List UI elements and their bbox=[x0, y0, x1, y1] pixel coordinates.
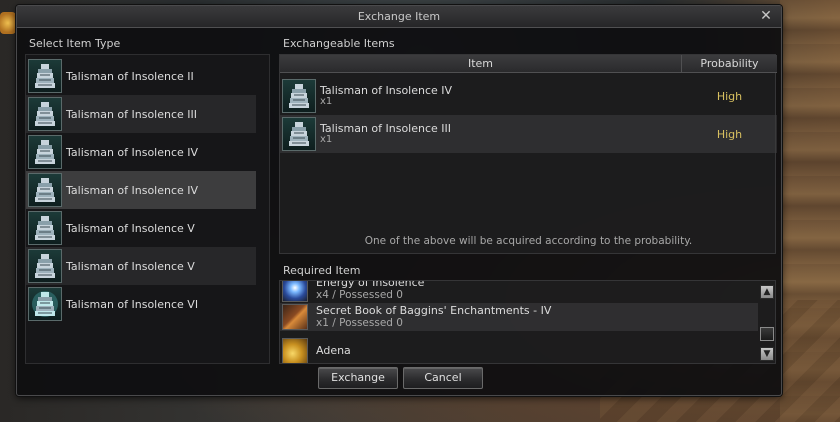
required-item-row[interactable]: Secret Book of Baggins' Enchantments - I… bbox=[280, 303, 758, 331]
item-type-label: Talisman of Insolence IV bbox=[66, 145, 199, 159]
energy-orb-icon bbox=[282, 281, 308, 302]
item-type-row[interactable]: Talisman of Insolence V bbox=[26, 247, 256, 285]
exchangeable-item-name: Talisman of Insolence IV bbox=[320, 84, 453, 97]
column-header-item[interactable]: Item bbox=[280, 55, 682, 73]
exchangeable-items-table: Item Probability Talisman of Insolence I… bbox=[279, 54, 777, 254]
column-header-probability[interactable]: Probability bbox=[682, 55, 777, 73]
talisman-icon bbox=[28, 97, 62, 131]
exchangeable-item-text: Talisman of Insolence III x1 bbox=[320, 123, 451, 145]
talisman-icon bbox=[28, 249, 62, 283]
probability-note: One of the above will be acquired accord… bbox=[364, 235, 693, 247]
item-type-row[interactable]: Talisman of Insolence II bbox=[26, 57, 256, 95]
talisman-icon bbox=[282, 117, 316, 151]
item-type-row[interactable]: Talisman of Insolence III bbox=[26, 95, 256, 133]
exchangeable-item-text: Talisman of Insolence IV x1 bbox=[320, 85, 452, 107]
item-type-label: Talisman of Insolence IV bbox=[66, 183, 199, 197]
required-item-label: Required Item bbox=[283, 264, 361, 277]
required-item-name: Energy of Insolence bbox=[316, 280, 425, 289]
close-icon[interactable]: ✕ bbox=[759, 9, 773, 23]
exchangeable-item-row[interactable]: Talisman of Insolence IV x1 High bbox=[280, 77, 777, 115]
exchangeable-item-qty: x1 bbox=[320, 134, 333, 145]
scroll-up-icon[interactable]: ▲ bbox=[760, 285, 774, 299]
required-item-text: Secret Book of Baggins' Enchantments - I… bbox=[316, 304, 552, 330]
probability-value: High bbox=[716, 89, 743, 103]
scroll-book-icon bbox=[282, 304, 308, 330]
scroll-down-icon[interactable]: ▼ bbox=[760, 347, 774, 361]
talisman-glow-icon bbox=[28, 287, 62, 321]
item-type-label: Talisman of Insolence III bbox=[66, 107, 198, 121]
required-item-text: Adena bbox=[316, 345, 351, 357]
background-coin-icon bbox=[0, 12, 16, 34]
item-type-label: Talisman of Insolence V bbox=[66, 221, 195, 235]
required-item-qty: x1 / Possessed 0 bbox=[316, 317, 403, 329]
exchangeable-item-name: Talisman of Insolence III bbox=[320, 122, 452, 135]
item-type-row[interactable]: Talisman of Insolence IV bbox=[26, 171, 256, 209]
required-items-list: Energy of Insolence x4 / Possessed 0 Secre… bbox=[279, 280, 776, 364]
item-type-row[interactable]: Talisman of Insolence VI bbox=[26, 285, 256, 323]
select-item-type-label: Select Item Type bbox=[29, 37, 121, 50]
talisman-icon bbox=[28, 59, 62, 93]
talisman-icon bbox=[28, 135, 62, 169]
exchangeable-item-row[interactable]: Talisman of Insolence III x1 High bbox=[280, 115, 777, 153]
cancel-button[interactable]: Cancel bbox=[403, 367, 483, 389]
required-item-row[interactable]: Adena bbox=[280, 337, 758, 363]
exchangeable-items-label: Exchangeable Items bbox=[283, 37, 395, 50]
talisman-icon bbox=[28, 173, 62, 207]
item-type-list: Talisman of Insolence II Talisman of Inso… bbox=[25, 54, 270, 364]
item-type-label: Talisman of Insolence II bbox=[66, 69, 194, 83]
item-type-label: Talisman of Insolence VI bbox=[66, 297, 199, 311]
scrollbar-thumb[interactable] bbox=[760, 327, 774, 341]
probability-value: High bbox=[716, 127, 743, 141]
required-item-text: Energy of Insolence x4 / Possessed 0 bbox=[316, 280, 425, 301]
item-type-label: Talisman of Insolence V bbox=[66, 259, 195, 273]
adena-coin-icon bbox=[282, 338, 308, 363]
exchange-button[interactable]: Exchange bbox=[318, 367, 398, 389]
talisman-icon bbox=[282, 79, 316, 113]
title-bar[interactable]: Exchange Item ✕ bbox=[17, 6, 781, 28]
required-item-name: Secret Book of Baggins' Enchantments - I… bbox=[316, 304, 552, 317]
talisman-icon bbox=[28, 211, 62, 245]
exchangeable-item-qty: x1 bbox=[320, 96, 333, 107]
item-type-row[interactable]: Talisman of Insolence IV bbox=[26, 133, 256, 171]
required-item-qty: x4 / Possessed 0 bbox=[316, 289, 403, 301]
required-item-name: Adena bbox=[316, 344, 351, 357]
required-item-row[interactable]: Energy of Insolence x4 / Possessed 0 bbox=[280, 280, 758, 303]
item-type-row[interactable]: Talisman of Insolence V bbox=[26, 209, 256, 247]
exchange-item-window: Exchange Item ✕ Select Item Type Talisma… bbox=[16, 5, 782, 396]
window-title: Exchange Item bbox=[357, 10, 441, 23]
